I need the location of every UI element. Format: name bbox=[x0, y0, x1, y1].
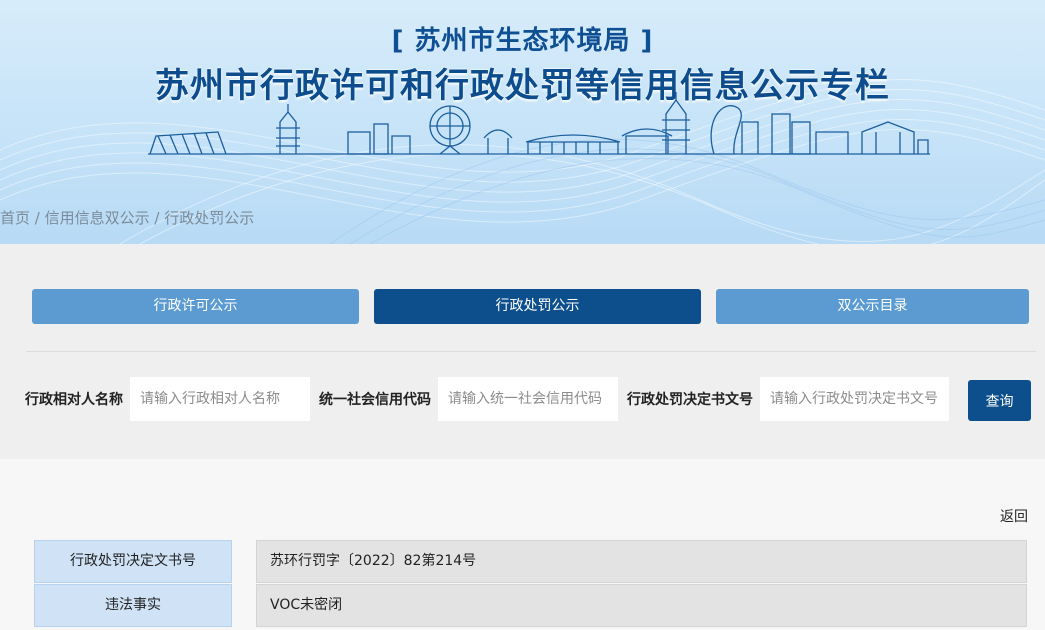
city-skyline-icon bbox=[148, 92, 930, 155]
agency-name: [ 苏州市生态环境局 ] bbox=[391, 26, 654, 56]
tab-license-publicity[interactable]: 行政许可公示 bbox=[32, 289, 359, 324]
row-label: 违法事实 bbox=[34, 584, 232, 627]
decision-number-input[interactable] bbox=[760, 377, 949, 421]
header-banner: [ 苏州市生态环境局 ] 苏州市行政许可和行政处罚等信用信息公示专栏 首页 / … bbox=[0, 0, 1045, 244]
row-value: VOC未密闭 bbox=[256, 584, 1027, 627]
breadcrumb-dual-publicity-link[interactable]: 信用信息双公示 bbox=[45, 209, 150, 227]
party-name-input[interactable] bbox=[130, 377, 310, 421]
divider bbox=[26, 351, 1036, 352]
tab-penalty-publicity[interactable]: 行政处罚公示 bbox=[374, 289, 701, 324]
breadcrumb-separator: / bbox=[30, 209, 45, 227]
breadcrumb-home-link[interactable]: 首页 bbox=[0, 209, 30, 227]
breadcrumb-separator: / bbox=[149, 209, 165, 227]
tab-publicity-catalog[interactable]: 双公示目录 bbox=[716, 289, 1029, 324]
breadcrumb: 首页 / 信用信息双公示 / 行政处罚公示 bbox=[0, 207, 254, 228]
decision-number-label: 行政处罚决定书文号 bbox=[627, 392, 753, 408]
search-panel: 行政许可公示 行政处罚公示 双公示目录 行政相对人名称 统一社会信用代码 行政处… bbox=[0, 244, 1045, 459]
back-link[interactable]: 返回 bbox=[1000, 506, 1028, 526]
detail-section: 返回 行政处罚决定文书号 苏环行罚字〔2022〕82第214号 违法事实 VOC… bbox=[0, 459, 1045, 630]
breadcrumb-current-page: 行政处罚公示 bbox=[164, 209, 255, 227]
party-name-label: 行政相对人名称 bbox=[25, 392, 123, 408]
row-label: 行政处罚决定文书号 bbox=[34, 540, 232, 583]
credit-code-input[interactable] bbox=[438, 377, 618, 421]
credit-code-label: 统一社会信用代码 bbox=[319, 392, 431, 408]
row-value: 苏环行罚字〔2022〕82第214号 bbox=[256, 540, 1027, 583]
query-button[interactable]: 查询 bbox=[968, 380, 1031, 421]
